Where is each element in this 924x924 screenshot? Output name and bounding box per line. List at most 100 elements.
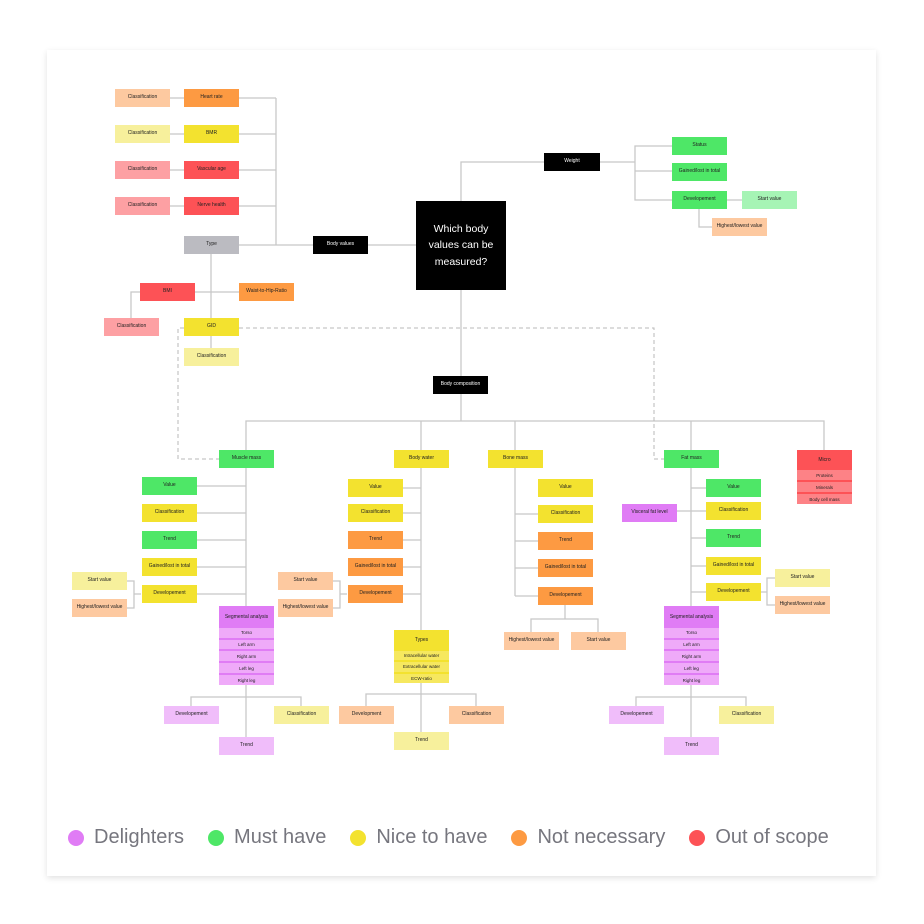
- weight-development-node[interactable]: Developement: [672, 191, 727, 209]
- muscle-gained-lost-node[interactable]: Gained/lost in total: [142, 558, 197, 576]
- bone-gained-lost-node[interactable]: Gained/lost in total: [538, 559, 593, 577]
- weight-gained-lost-node[interactable]: Gained/lost in total: [672, 163, 727, 181]
- muscle-segmental-analysis[interactable]: Segmental analysis Torso Left arm Right …: [219, 606, 274, 685]
- legend-label: Delighters: [94, 826, 185, 848]
- water-highest-lowest-node[interactable]: Highest/lowest value: [278, 599, 333, 617]
- fat-seg-development-node[interactable]: Developement: [609, 706, 664, 724]
- visceral-fat-level-node[interactable]: Visceral fat level: [622, 504, 677, 522]
- fat-value-node[interactable]: Value: [706, 479, 761, 497]
- bmr-node[interactable]: BMR: [184, 125, 239, 143]
- bone-highest-lowest-node[interactable]: Highest/lowest value: [504, 632, 559, 650]
- fat-seg-trend-node[interactable]: Trend: [664, 737, 719, 755]
- fat-development-node[interactable]: Developement: [706, 583, 761, 601]
- heart-rate-classification-node[interactable]: Classification: [115, 89, 170, 107]
- water-development-node[interactable]: Developement: [348, 585, 403, 603]
- type-ecw-ratio[interactable]: ECW-ratio: [394, 673, 449, 683]
- weight-highest-lowest-node[interactable]: Highest/lowest value: [712, 218, 767, 236]
- muscle-trend-node[interactable]: Trend: [142, 531, 197, 549]
- micro-minerals[interactable]: Minerals: [797, 482, 852, 492]
- muscle-value-node[interactable]: Value: [142, 477, 197, 495]
- body-water-node[interactable]: Body water: [394, 450, 449, 468]
- heart-rate-node[interactable]: Heart rate: [184, 89, 239, 107]
- not-necessary-dot-icon: [511, 829, 528, 846]
- weight-start-value-node[interactable]: Start value: [742, 191, 797, 209]
- water-types-development-node[interactable]: Development: [339, 706, 394, 724]
- water-value-node[interactable]: Value: [348, 479, 403, 497]
- segment-right-leg[interactable]: Right leg: [219, 675, 274, 685]
- segmental-analysis-header: Segmental analysis: [224, 613, 269, 620]
- bmi-node[interactable]: BMI: [140, 283, 195, 301]
- micro-proteins[interactable]: Proteins: [797, 470, 852, 480]
- nerve-health-classification-node[interactable]: Classification: [115, 197, 170, 215]
- segment-torso[interactable]: Torso: [219, 627, 274, 638]
- muscle-highest-lowest-node[interactable]: Highest/lowest value: [72, 599, 127, 617]
- bone-classification-node[interactable]: Classification: [538, 505, 593, 523]
- legend-item-delighters: Delighters: [68, 826, 184, 849]
- body-composition-node[interactable]: Body composition: [433, 376, 488, 394]
- fat-highest-lowest-node[interactable]: Highest/lowest value: [775, 596, 830, 614]
- legend-label: Nice to have: [376, 826, 488, 848]
- must-have-dot-icon: [208, 829, 225, 846]
- central-question: Which body values can be measured?: [416, 201, 506, 290]
- fat-gained-lost-node[interactable]: Gained/lost in total: [706, 557, 761, 575]
- water-gained-lost-node[interactable]: Gained/lost in total: [348, 558, 403, 576]
- muscle-seg-development-node[interactable]: Developement: [164, 706, 219, 724]
- micro-body-cell-mass[interactable]: Body cell mass: [797, 494, 852, 504]
- legend-item-nice-to-have: Nice to have: [350, 826, 487, 849]
- water-start-value-node[interactable]: Start value: [278, 572, 333, 590]
- segment-torso[interactable]: Torso: [664, 627, 719, 638]
- fat-start-value-node[interactable]: Start value: [775, 569, 830, 587]
- bmi-classification-node[interactable]: Classification: [104, 318, 159, 336]
- gid-node[interactable]: GID: [184, 318, 239, 336]
- bmr-classification-node[interactable]: Classification: [115, 125, 170, 143]
- nerve-health-node[interactable]: Nerve health: [184, 197, 239, 215]
- water-types-header: Types: [414, 637, 429, 644]
- body-values-node[interactable]: Body values: [313, 236, 368, 254]
- bone-mass-node[interactable]: Bone mass: [488, 450, 543, 468]
- vascular-age-node[interactable]: Vascular age: [184, 161, 239, 179]
- micro-group[interactable]: Micro Proteins Minerals Body cell mass: [797, 450, 852, 504]
- segment-right-arm[interactable]: Right arm: [219, 651, 274, 662]
- vascular-age-classification-node[interactable]: Classification: [115, 161, 170, 179]
- segment-right-leg[interactable]: Right leg: [664, 675, 719, 685]
- type-extracellular-water[interactable]: Extracellular water: [394, 662, 449, 672]
- fat-trend-node[interactable]: Trend: [706, 529, 761, 547]
- bone-start-value-node[interactable]: Start value: [571, 632, 626, 650]
- muscle-development-node[interactable]: Developement: [142, 585, 197, 603]
- legend-item-must-have: Must have: [208, 826, 326, 849]
- nice-to-have-dot-icon: [350, 829, 367, 846]
- bone-development-node[interactable]: Developement: [538, 587, 593, 605]
- fat-classification-node[interactable]: Classification: [706, 502, 761, 520]
- water-trend-node[interactable]: Trend: [348, 531, 403, 549]
- fat-segmental-analysis[interactable]: Segmental analysis Torso Left arm Right …: [664, 606, 719, 685]
- bone-trend-node[interactable]: Trend: [538, 532, 593, 550]
- delighters-dot-icon: [68, 829, 84, 846]
- weight-node[interactable]: Weight: [544, 153, 600, 171]
- legend: Delighters Must have Nice to have Not ne…: [68, 826, 853, 849]
- segment-left-leg[interactable]: Left leg: [664, 663, 719, 674]
- water-classification-node[interactable]: Classification: [348, 504, 403, 522]
- segment-left-arm[interactable]: Left arm: [664, 639, 719, 650]
- waist-to-hip-ratio-node[interactable]: Waist-to-Hip-Ratio: [239, 283, 294, 301]
- type-intracellular-water[interactable]: Intracellular water: [394, 650, 449, 661]
- muscle-start-value-node[interactable]: Start value: [72, 572, 127, 590]
- legend-label: Must have: [234, 826, 327, 848]
- segmental-analysis-header: Segmental analysis: [669, 613, 714, 620]
- legend-label: Out of scope: [715, 826, 829, 848]
- water-types-trend-node[interactable]: Trend: [394, 732, 449, 750]
- fat-seg-classification-node[interactable]: Classification: [719, 706, 774, 724]
- segment-left-arm[interactable]: Left arm: [219, 639, 274, 650]
- gid-classification-node[interactable]: Classification: [184, 348, 239, 366]
- water-types[interactable]: Types Intracellular water Extracellular …: [394, 630, 449, 683]
- muscle-seg-classification-node[interactable]: Classification: [274, 706, 329, 724]
- muscle-seg-trend-node[interactable]: Trend: [219, 737, 274, 755]
- segment-left-leg[interactable]: Left leg: [219, 663, 274, 674]
- fat-mass-node[interactable]: Fat mass: [664, 450, 719, 468]
- weight-status-node[interactable]: Status: [672, 137, 727, 155]
- muscle-mass-node[interactable]: Muscle mass: [219, 450, 274, 468]
- muscle-classification-node[interactable]: Classification: [142, 504, 197, 522]
- bone-value-node[interactable]: Value: [538, 479, 593, 497]
- type-node[interactable]: Type: [184, 236, 239, 254]
- water-types-classification-node[interactable]: Classification: [449, 706, 504, 724]
- segment-right-arm[interactable]: Right arm: [664, 651, 719, 662]
